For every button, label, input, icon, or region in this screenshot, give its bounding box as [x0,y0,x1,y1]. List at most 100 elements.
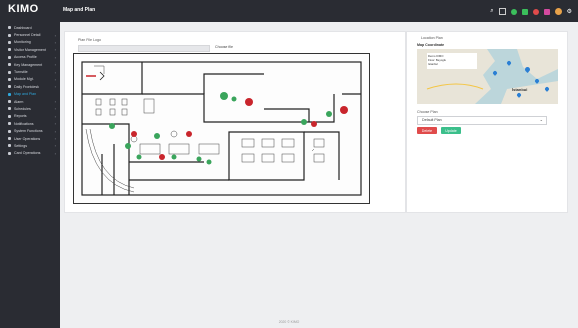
sidebar-item[interactable]: Key Management › [0,61,60,68]
chevron-right-icon: › [54,39,56,45]
menu-icon [8,137,11,141]
menu-icon [8,100,11,104]
sidebar-item[interactable]: Visitor Management › [0,46,60,53]
sidebar-item-label: Map and Plan [14,92,37,97]
chevron-right-icon: › [54,32,56,38]
menu-icon [8,33,11,37]
status-green-icon[interactable] [510,8,517,15]
menu-icon [8,26,11,30]
menu-icon [8,48,11,52]
menu-icon [8,77,11,81]
top-icons: ⌕ ⚙ [490,8,572,15]
chevron-right-icon: › [54,121,56,127]
floor-plan[interactable] [73,53,370,204]
menu-icon [8,129,11,133]
sidebar-item-label: Monitoring [14,40,31,45]
delete-button[interactable]: Delete [417,127,437,134]
menu-icon [8,63,11,67]
chevron-right-icon: › [54,128,56,134]
chevron-right-icon: › [54,99,56,105]
lock-icon[interactable] [521,8,528,15]
choose-plan-label: Choose Plan [417,110,438,114]
sidebar-item[interactable]: Map and Plan [0,91,60,98]
brand-logo[interactable]: KIMO [8,3,39,15]
sidebar: Dashboard Personnel Detail › Monitoring › Vis… [0,22,60,328]
sidebar-item-label: Access Profile [14,55,37,60]
menu-icon [8,151,11,155]
sidebar-menu: Dashboard Personnel Detail › Monitoring › Vis… [0,22,60,157]
chevron-right-icon: › [54,106,56,112]
sidebar-item-label: Daily Frontdesk [14,84,39,89]
alert-icon[interactable] [532,8,539,15]
menu-icon [8,40,11,44]
menu-icon [8,144,11,148]
map-tooltip: Demo KIMO Floor: Beyoglu Istanbul [427,53,477,69]
chevron-right-icon: › [54,47,56,53]
sidebar-item-label: Visitor Management [14,47,46,52]
sidebar-item-label: Key Management [14,62,43,67]
choose-file-button[interactable]: Choose file [215,45,233,49]
menu-icon [8,92,11,96]
chevron-right-icon: › [54,136,56,142]
menu-icon [8,107,11,111]
sidebar-item-label: Notifications [14,121,34,126]
sidebar-item-label: System Functions [14,129,43,134]
sidebar-item[interactable]: Monitoring › [0,39,60,46]
sidebar-item-label: Dashboard [14,25,32,30]
menu-icon [8,55,11,59]
chevron-right-icon: › [54,113,56,119]
location-panel: Location Plan Map Coordinate Demo KIMO F… [406,31,568,213]
grid-icon[interactable] [498,8,506,15]
menu-icon [8,85,11,89]
footer: 2020 © KIMO [278,320,300,324]
menu-icon [8,70,11,74]
sidebar-item[interactable]: Daily Frontdesk › [0,83,60,90]
chevron-down-icon: ⌄ [539,117,543,122]
chevron-right-icon: › [54,76,56,82]
search-icon[interactable]: ⌕ [490,8,493,15]
sidebar-item[interactable]: User Operations › [0,135,60,142]
sidebar-item[interactable]: Schedules › [0,105,60,112]
chevron-right-icon: › [54,143,56,149]
sidebar-item[interactable]: Notifications › [0,120,60,127]
plan-select-value: Default Plan [422,118,442,122]
menu-icon [8,114,11,118]
map-label: İstanbul [512,87,528,92]
sidebar-item-label: Settings [14,143,27,148]
sidebar-item[interactable]: Reports › [0,113,60,120]
sidebar-item[interactable]: System Functions › [0,127,60,134]
file-label: Plan File Logo [78,38,101,42]
sidebar-item-label: Personnel Detail [14,33,41,38]
sidebar-item-label: User Operations [14,136,41,141]
sidebar-item-label: Reports [14,114,27,119]
floor-plan-panel: Plan File Logo Choose file [64,31,406,213]
sidebar-item[interactable]: Settings › [0,142,60,149]
chevron-right-icon: › [54,54,56,60]
settings-icon[interactable]: ⚙ [567,8,572,15]
sidebar-item[interactable]: Turnstile › [0,68,60,75]
sidebar-item-label: Schedules [14,106,31,111]
chevron-right-icon: › [54,150,56,156]
plan-select[interactable]: Default Plan ⌄ [417,116,547,125]
sidebar-item[interactable]: Module Mgt. › [0,76,60,83]
mail-icon[interactable] [543,8,550,15]
menu-icon [8,122,11,126]
page-title: Map and Plan [63,7,96,13]
chevron-right-icon: › [54,69,56,75]
sidebar-item[interactable]: Dashboard [0,24,60,31]
chevron-right-icon: › [54,62,56,68]
sidebar-item-label: Module Mgt. [14,77,34,82]
sidebar-item[interactable]: Card Operations › [0,150,60,157]
sidebar-item[interactable]: Personnel Detail › [0,31,60,38]
sidebar-item-label: Turnstile [14,70,28,75]
map-coordinate-label: Map Coordinate [417,43,445,47]
update-button[interactable]: Update [441,127,461,134]
avatar[interactable] [554,8,562,15]
sidebar-item[interactable]: Alarm › [0,98,60,105]
location-title: Location Plan [421,36,443,40]
sidebar-item-label: Card Operations [14,151,41,156]
file-input[interactable] [78,45,210,52]
sidebar-item-label: Alarm [14,99,24,104]
sidebar-item[interactable]: Access Profile › [0,54,60,61]
location-map[interactable]: Demo KIMO Floor: Beyoglu Istanbul İstanb… [417,49,558,104]
